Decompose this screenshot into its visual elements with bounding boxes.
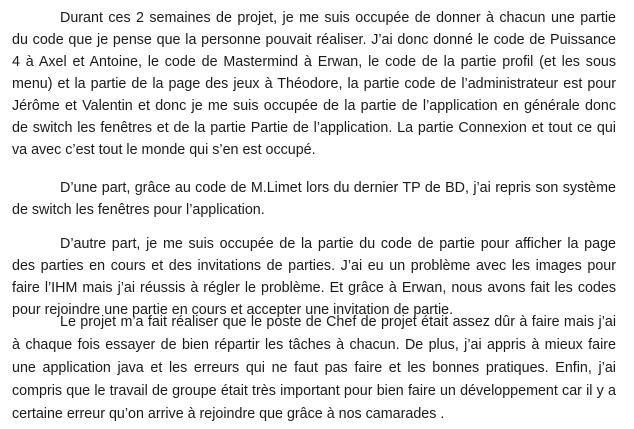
text-line: menu) et la partie de la page des jeux à… (12, 76, 616, 92)
text-line: Le projet m’a fait réaliser que le poste… (60, 314, 616, 330)
text-line: 4 à Axel et Antoine, le code de Mastermi… (12, 54, 616, 70)
text-line: compris que le travail de groupe était t… (12, 383, 616, 399)
document-page: Durant ces 2 semaines de projet, je me s… (0, 0, 634, 429)
text-line: à chaque fois essayer de bien répartir l… (12, 337, 616, 353)
text-line: une application java et les erreurs qui … (12, 360, 616, 376)
text-line: D’une part, grâce au code de M.Limet lor… (60, 180, 616, 196)
text-line: de switch les fenêtres et de la partie P… (12, 120, 616, 136)
text-line: va avec c’est tout le monde qui s’en est… (12, 142, 316, 158)
text-line: Durant ces 2 semaines de projet, je me s… (60, 10, 616, 26)
text-line: du code que je pense que la personne pou… (12, 32, 616, 48)
text-line: D’autre part, je me suis occupée de la p… (60, 236, 616, 252)
text-line: des parties en cours et des invitations … (12, 258, 616, 274)
text-line: de switch les fenêtres pour l’applicatio… (12, 202, 265, 218)
text-line: certaine erreur qu’on arrive à rejoindre… (12, 406, 445, 422)
text-line: faire l’IHM mais j’ai réussis à régler l… (12, 280, 616, 296)
text-line: Jérôme et Valentin et donc je me suis oc… (12, 98, 616, 114)
